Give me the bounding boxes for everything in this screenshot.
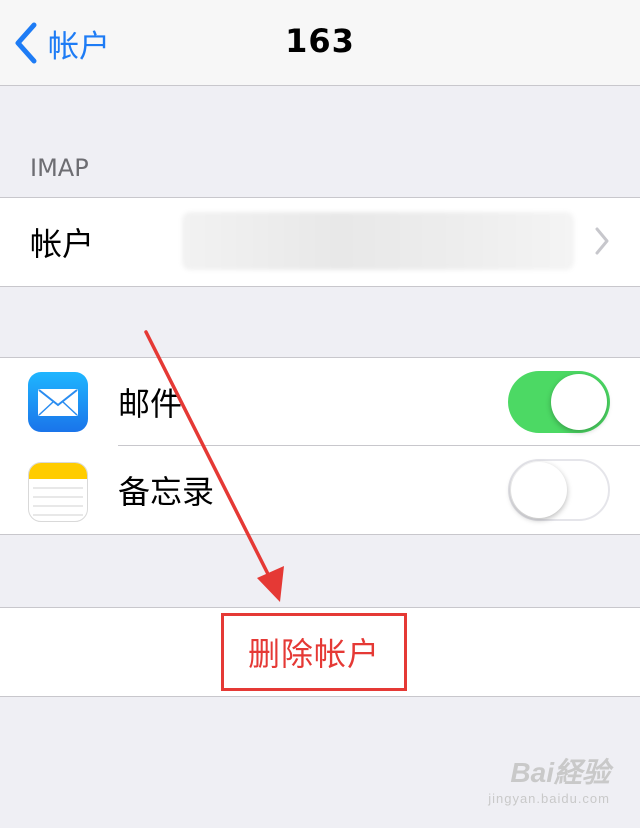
app-label-notes: 备忘录 bbox=[118, 473, 215, 511]
toggle-knob bbox=[551, 374, 607, 430]
notes-icon bbox=[28, 462, 88, 522]
mail-toggle[interactable] bbox=[508, 371, 610, 433]
watermark-url: jingyan.baidu.com bbox=[488, 791, 610, 806]
app-row-notes: 备忘录 bbox=[0, 446, 640, 534]
delete-group: 删除帐户 bbox=[0, 607, 640, 697]
watermark-brand: Bai経验 bbox=[510, 757, 610, 788]
navigation-bar: 帐户 163 bbox=[0, 0, 640, 86]
chevron-right-icon bbox=[595, 227, 609, 255]
apps-group: 邮件 备忘录 bbox=[0, 357, 640, 535]
notes-toggle[interactable] bbox=[508, 459, 610, 521]
account-value-blurred bbox=[182, 212, 574, 270]
section-header-imap: IMAP bbox=[30, 154, 89, 182]
toggle-knob bbox=[511, 462, 567, 518]
delete-account-button[interactable]: 删除帐户 bbox=[221, 613, 407, 691]
baidu-watermark: Bai経验 jingyan.baidu.com bbox=[488, 751, 610, 806]
mail-icon bbox=[28, 372, 88, 432]
account-group: 帐户 bbox=[0, 197, 640, 287]
delete-account-row[interactable]: 删除帐户 bbox=[0, 608, 640, 696]
page-title: 163 bbox=[285, 22, 355, 60]
account-label: 帐户 bbox=[30, 225, 95, 263]
app-row-mail: 邮件 bbox=[0, 358, 640, 446]
app-label-mail: 邮件 bbox=[118, 385, 183, 423]
account-row[interactable]: 帐户 bbox=[0, 198, 640, 286]
